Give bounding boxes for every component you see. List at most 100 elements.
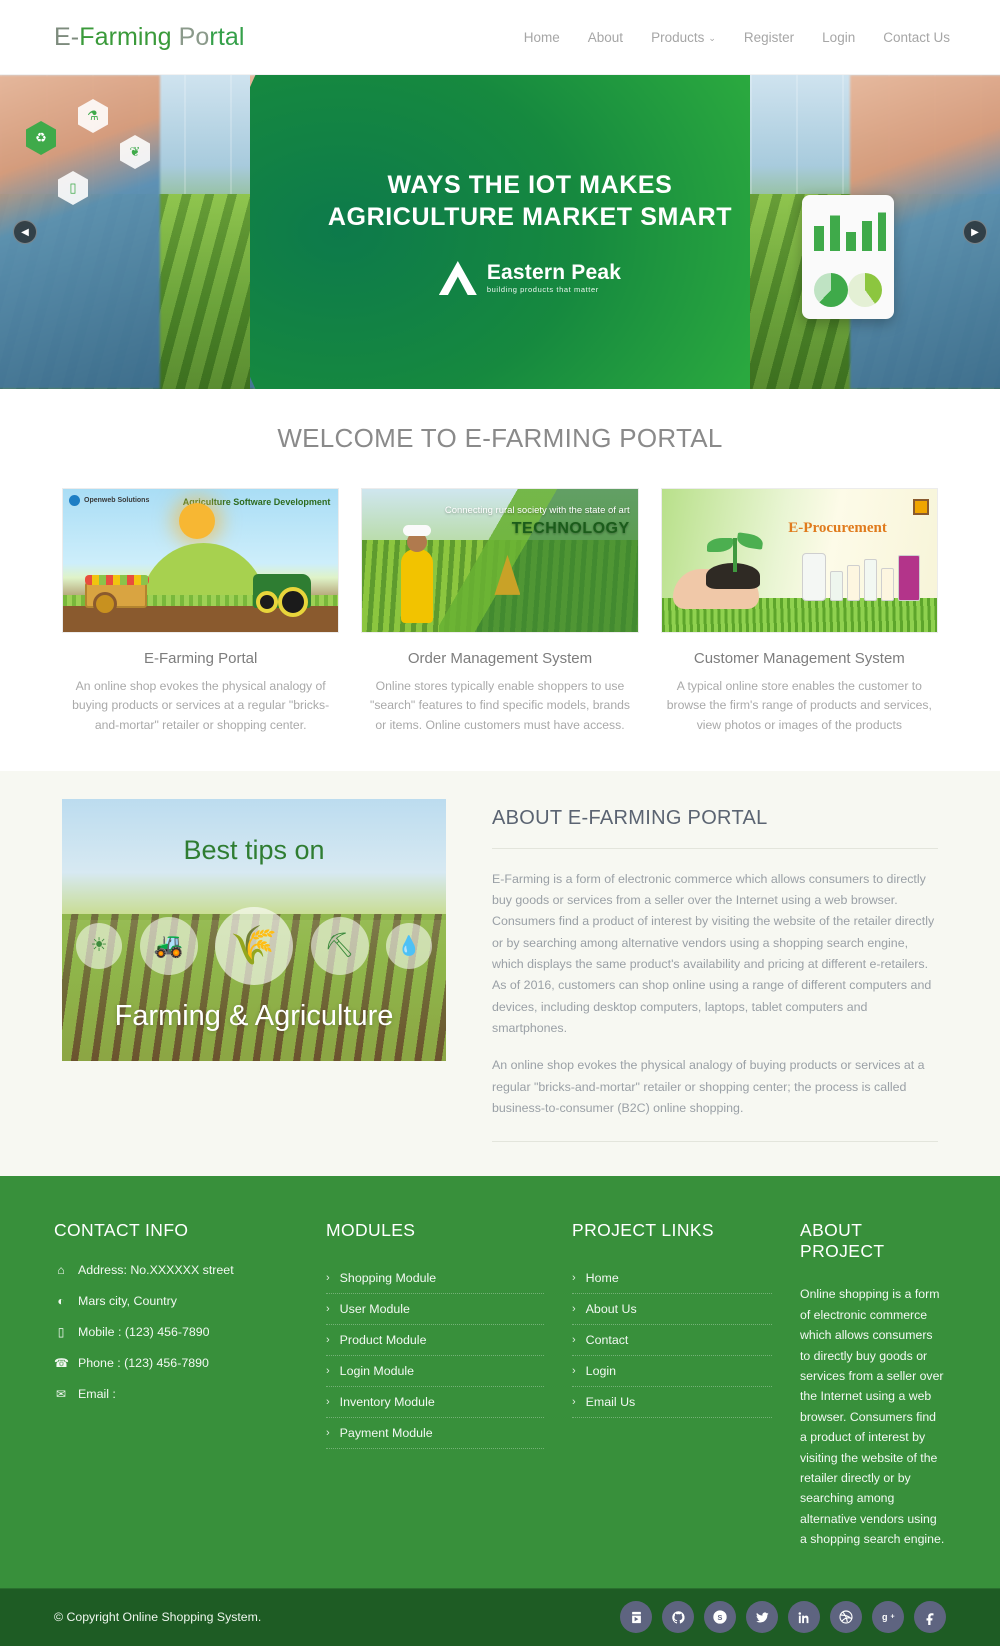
card-title: Order Management System [407,650,593,667]
globe-icon: ◐ [57,1294,65,1309]
sun-icon: ☀ [76,922,122,969]
nav-label: Contact Us [883,29,950,45]
chevron-right-icon: › [572,1365,576,1378]
site-footer: CONTACT INFO ⌂ Address: No.XXXXXX street… [0,1176,1000,1588]
chevron-right-icon: › [572,1303,576,1316]
about-paragraph: An online shop evokes the physical analo… [492,1058,925,1116]
chevron-right-icon: › [326,1303,330,1316]
dribbble-icon[interactable] [830,1601,862,1634]
contact-mobile: ▯ Mobile : (123) 456-7890 [54,1325,298,1339]
footer-link-home[interactable]: › Home [572,1263,772,1295]
footer-column-project-links: PROJECT LINKS › Home › About Us › Contac… [572,1220,772,1549]
feature-card[interactable]: E-Procurement Customer Management System… [660,488,938,735]
link-label: Email Us [585,1395,636,1410]
skype-icon[interactable]: S [704,1601,736,1634]
feature-card[interactable]: Openweb Solutions Agriculture Software D… [62,488,340,735]
farmer-icon: ⛏ [310,916,369,975]
openweb-mark-icon [69,495,80,506]
footer-column-about-project: ABOUT PROJECT Online shopping is a form … [800,1220,946,1549]
youtube-icon[interactable] [620,1601,652,1634]
openweb-brand-label: Openweb Solutions [84,497,150,504]
e-procurement-illustration: E-Procurement [661,489,937,632]
nav-item-register[interactable]: Register [730,22,808,53]
footer-link-contact[interactable]: › Contact [572,1325,772,1357]
openweb-solutions-logo: Openweb Solutions [69,495,149,506]
footer-link-product-module[interactable]: › Product Module [326,1325,544,1357]
water-drop-icon: 💧 [386,922,432,969]
footer-link-payment-module[interactable]: › Payment Module [326,1418,544,1450]
footer-link-shopping-module[interactable]: › Shopping Module [326,1263,544,1295]
footer-about-text: Online shopping is a form of electronic … [800,1287,945,1547]
nav-label: About [587,29,624,45]
footer-column-modules: MODULES › Shopping Module › User Module … [326,1220,544,1549]
feature-card[interactable]: Connecting rural society with the state … [361,488,639,735]
logo-part-1: E- [54,22,80,51]
googleplus-icon[interactable]: g + [872,1601,904,1634]
chevron-right-icon: › [326,1396,330,1409]
about-title: ABOUT E-FARMING PORTAL [492,807,938,849]
product-packages-graphic [802,552,921,601]
link-label: Login Module [339,1364,415,1379]
contact-text: Email : [78,1387,116,1402]
brand-name: Eastern Peak [486,261,622,285]
pie-chart-graphic-2 [848,273,882,307]
footer-link-login-module[interactable]: › Login Module [326,1356,544,1388]
logo-part-3: Po [171,22,210,51]
logo-part-4: rtal [209,22,245,51]
caption-big: TECHNOLOGY [511,519,630,537]
nav-item-home[interactable]: Home [510,22,574,53]
about-section: Best tips on ☀ 🚜 🌾 ⛏ 💧 Farming & Agricul… [0,770,1000,1177]
nav-item-about[interactable]: About [574,22,637,53]
chevron-right-icon: ▶ [971,226,979,238]
mountain-peak-icon [438,261,477,295]
footer-bottom-bar: © Copyright Online Shopping System. S g + [0,1587,1000,1646]
facebook-icon[interactable] [914,1601,946,1634]
nav-item-contact-us[interactable]: Contact Us [869,22,964,53]
hero-slide-strip: ♻ ⚗ ❦ ▯ ♻ ⚗ ▭ ❦ [0,75,1000,389]
card-description: An online shop evokes the physical analo… [72,679,330,732]
page-root: E-Farming Portal Home About Products ⌄ R… [0,0,1000,1646]
about-image-bottom-text: Farming & Agriculture [114,999,394,1032]
footer-link-email-us[interactable]: › Email Us [572,1387,772,1419]
footer-link-user-module[interactable]: › User Module [326,1294,544,1326]
chevron-right-icon: › [326,1365,330,1378]
contact-text: Phone : (123) 456-7890 [78,1356,209,1371]
link-label: About Us [585,1302,637,1317]
about-image-icon-row: ☀ 🚜 🌾 ⛏ 💧 [62,906,446,985]
link-label: Payment Module [339,1426,433,1441]
phone-dashboard [802,195,894,319]
chevron-right-icon: › [572,1334,576,1347]
price-tag-icon [912,499,929,515]
linkedin-icon[interactable] [788,1601,820,1634]
footer-link-about-us[interactable]: › About Us [572,1294,772,1326]
footer-heading-modules: MODULES [326,1220,416,1241]
nav-item-products[interactable]: Products ⌄ [637,22,730,53]
footer-column-contact-info: CONTACT INFO ⌂ Address: No.XXXXXX street… [54,1220,298,1549]
card-image-caption: E-Procurement [788,520,887,537]
card-description: Online stores typically enable shoppers … [370,679,630,732]
wheat-icon: 🌾 [215,906,293,985]
svg-text:g: g [882,1612,888,1622]
site-logo[interactable]: E-Farming Portal [54,23,245,52]
link-label: Product Module [339,1333,427,1348]
nav-item-login[interactable]: Login [808,22,869,53]
link-label: Home [585,1271,619,1286]
twitter-icon[interactable] [746,1601,778,1634]
contact-address: ⌂ Address: No.XXXXXX street [54,1263,298,1277]
footer-link-login[interactable]: › Login [572,1356,772,1388]
chevron-right-icon: › [326,1272,330,1285]
chevron-right-icon: › [326,1334,330,1347]
home-icon: ⌂ [57,1263,65,1278]
link-label: Inventory Module [339,1395,435,1410]
contact-text: Address: No.XXXXXX street [78,1263,234,1278]
carousel-prev-button[interactable]: ◀ [13,220,37,244]
footer-heading-contact: CONTACT INFO [54,1220,189,1241]
github-icon[interactable] [662,1601,694,1634]
caption-small: Connecting rural society with the state … [444,505,630,516]
footer-heading-project-links: PROJECT LINKS [572,1220,714,1241]
card-title: Customer Management System [693,650,905,667]
carousel-next-button[interactable]: ▶ [963,220,987,244]
footer-heading-about-project: ABOUT PROJECT [800,1220,885,1262]
footer-link-inventory-module[interactable]: › Inventory Module [326,1387,544,1419]
about-text-block: ABOUT E-FARMING PORTAL E-Farming is a fo… [492,799,938,1143]
